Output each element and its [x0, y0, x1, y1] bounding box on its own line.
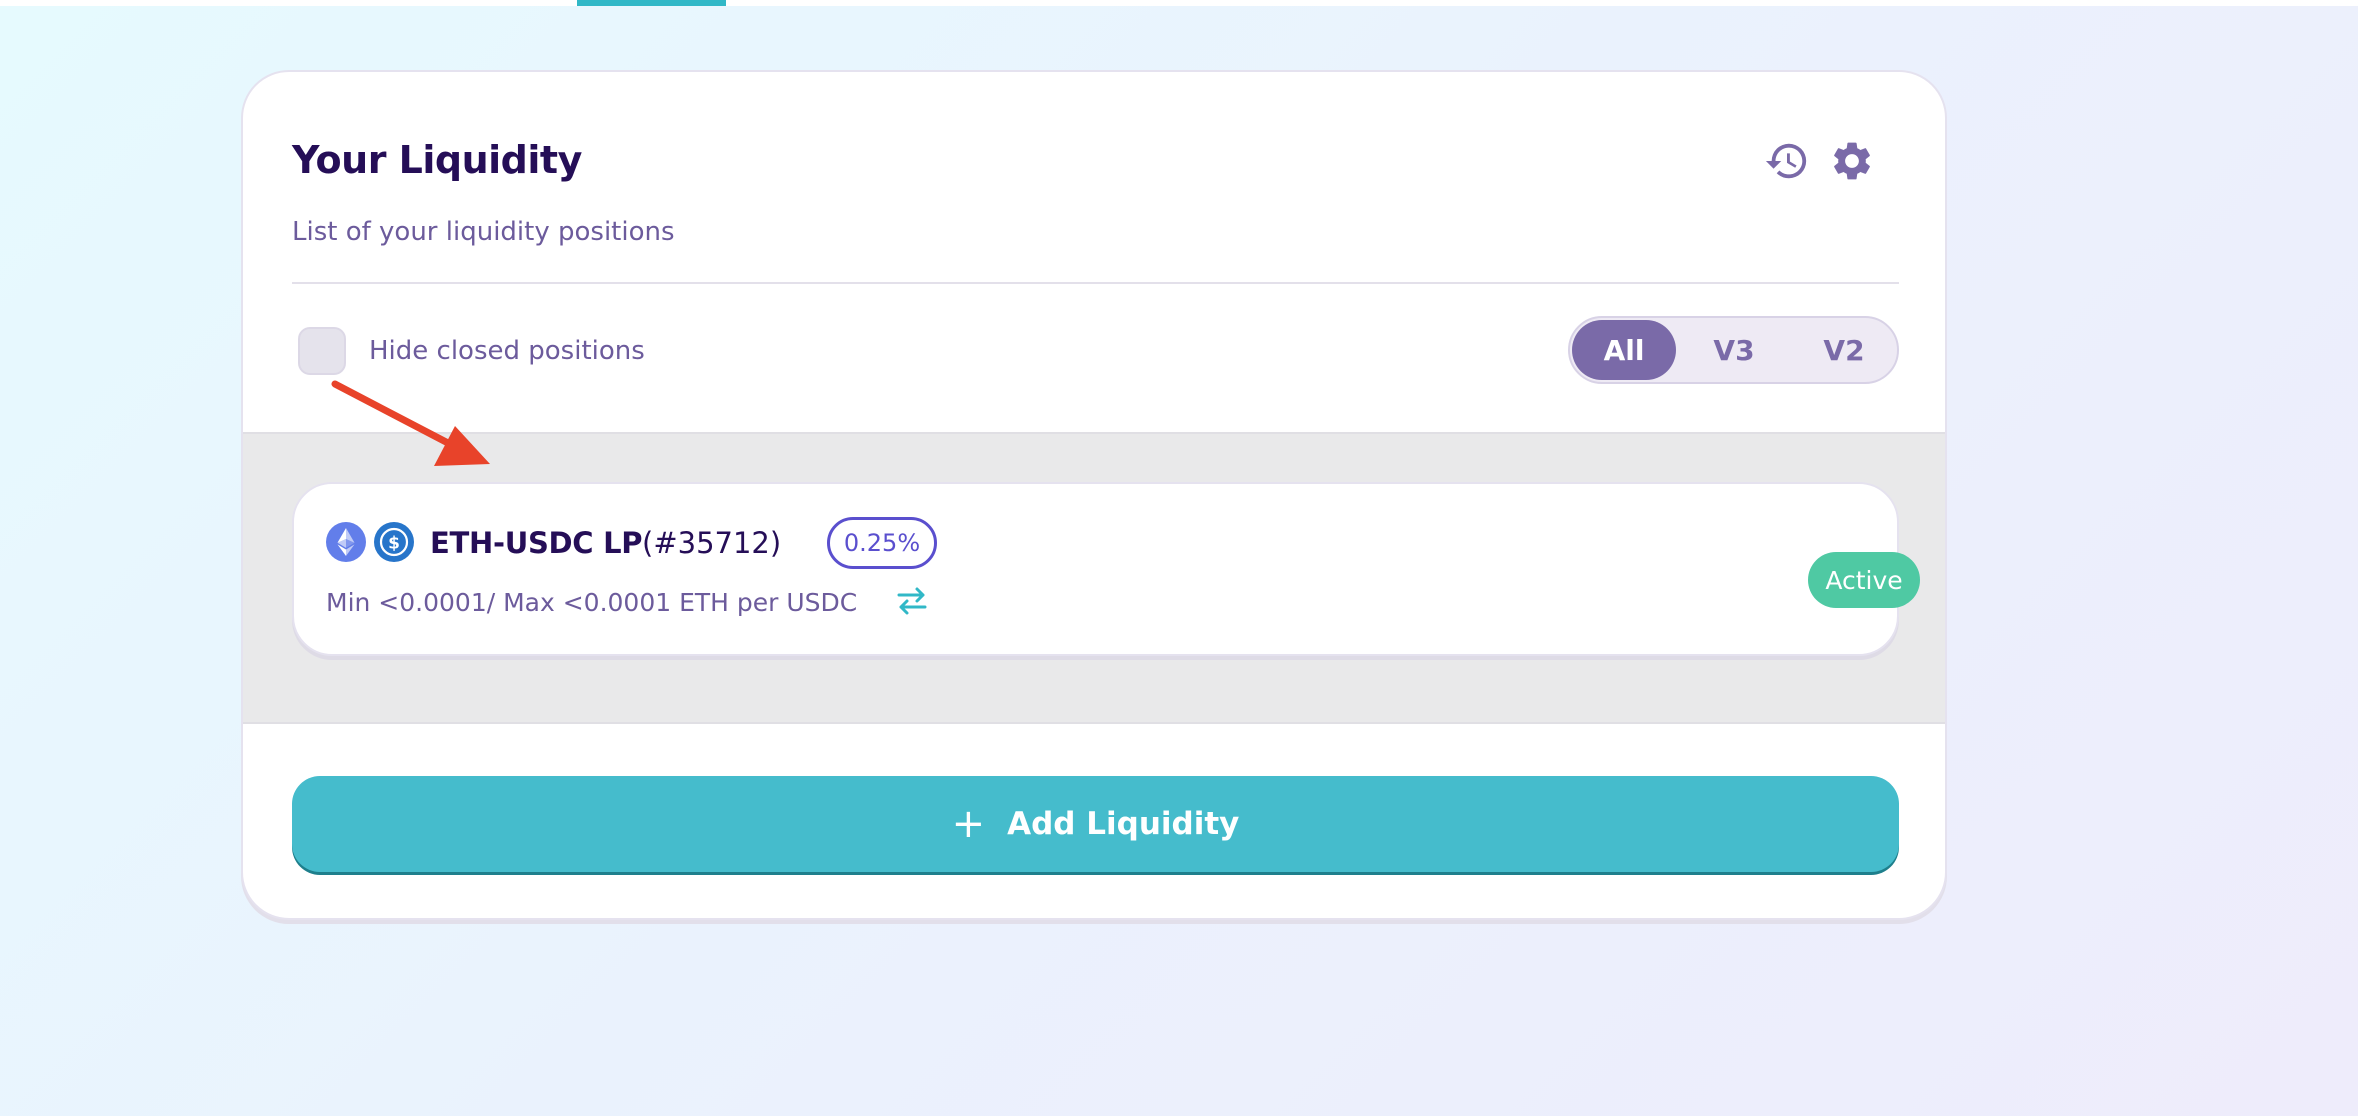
add-liquidity-label: Add Liquidity	[1007, 806, 1240, 842]
page-subtitle: List of your liquidity positions	[292, 217, 675, 247]
active-tab-indicator	[577, 0, 726, 6]
history-icon[interactable]	[1764, 138, 1810, 184]
position-id: (#35712)	[642, 526, 782, 560]
fee-tier-badge: 0.25%	[827, 517, 937, 569]
annotation-arrow-icon	[331, 380, 490, 466]
swap-arrows-icon[interactable]	[895, 586, 929, 616]
header-divider	[292, 282, 1899, 284]
position-card[interactable]: $ ETH-USDC LP (#35712) 0.25% Min <0.0001…	[292, 482, 1920, 656]
eth-token-icon	[326, 522, 366, 562]
top-nav-strip	[0, 0, 2358, 6]
page-title: Your Liquidity	[292, 138, 582, 182]
status-badge: Active	[1808, 552, 1920, 608]
version-tab-v2[interactable]: V2	[1792, 320, 1896, 380]
add-liquidity-button[interactable]: + Add Liquidity	[292, 776, 1899, 872]
version-tab-v3[interactable]: V3	[1682, 320, 1786, 380]
settings-icon[interactable]	[1829, 138, 1875, 184]
plus-icon: +	[951, 801, 986, 847]
svg-text:$: $	[388, 534, 400, 554]
usdc-token-icon: $	[374, 522, 414, 562]
liquidity-card: Your Liquidity List of your liquidity po…	[241, 70, 1947, 920]
version-tab-all[interactable]: All	[1572, 320, 1676, 380]
version-filter: All V3 V2	[1568, 316, 1899, 384]
position-pair-name: ETH-USDC LP	[430, 526, 643, 560]
price-range-text: Min <0.0001/ Max <0.0001 ETH per USDC	[326, 588, 858, 617]
